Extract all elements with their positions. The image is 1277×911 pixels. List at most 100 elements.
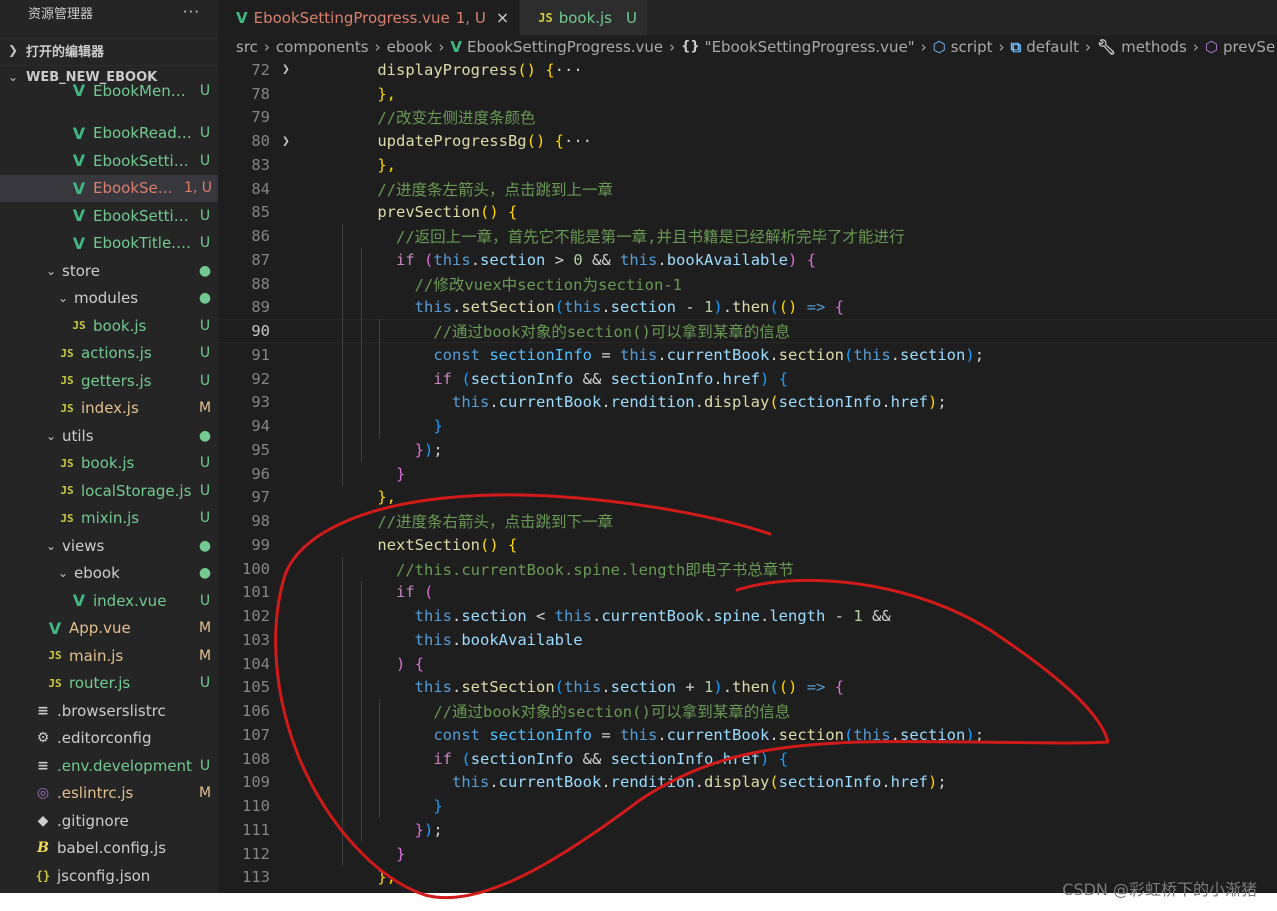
tab-book-js[interactable]: JS book.js U — [520, 0, 648, 35]
line-number: 79 — [251, 108, 270, 127]
breadcrumb: src › components › ebook › V EbookSettin… — [218, 35, 1277, 58]
tree-file[interactable]: JS router.js U — [0, 670, 218, 698]
code-line[interactable]: 94 } — [218, 414, 1277, 438]
code-line[interactable]: 79 //改变左侧进度条颜色 — [218, 106, 1277, 130]
tree-file[interactable]: JS getters.js U — [0, 367, 218, 395]
line-number: 87 — [251, 250, 270, 269]
tree-folder[interactable]: ⌄ modules ● — [0, 285, 218, 313]
code-line[interactable]: 98 //进度条右箭头，点击跳到下一章 — [218, 509, 1277, 533]
tree-file[interactable]: JS main.js M — [0, 642, 218, 670]
breadcrumb-item[interactable]: EbookSettingProgress.vue — [467, 38, 663, 56]
git-status-badge: U — [199, 317, 211, 334]
tree-file[interactable]: V EbookMenu.... U — [0, 81, 218, 100]
open-editors-section[interactable]: ❯ 打开的编辑器 — [0, 38, 218, 61]
breadcrumb-item[interactable]: script — [951, 38, 993, 56]
code-line[interactable]: 101 if ( — [218, 581, 1277, 605]
code-line[interactable]: 72 ❯ displayProgress() {··· — [218, 58, 1277, 82]
code-line[interactable]: 91 const sectionInfo = this.currentBook.… — [218, 343, 1277, 367]
code-line[interactable]: 83 }, — [218, 153, 1277, 177]
code-text: this.currentBook.rendition.display(secti… — [451, 773, 947, 792]
tree-item-label: EbookSettin... — [93, 206, 192, 225]
breadcrumb-item[interactable]: prevSe — [1223, 38, 1275, 56]
tree-file[interactable]: ≡ .env.development U — [0, 752, 218, 780]
tree-file[interactable]: JS index.js M — [0, 395, 218, 423]
code-line[interactable]: 112 } — [218, 842, 1277, 866]
breadcrumb-separator-icon: › — [374, 37, 381, 56]
indent-guide — [360, 580, 362, 842]
breadcrumb-item[interactable]: methods — [1121, 38, 1187, 56]
tree-item-label: router.js — [69, 674, 131, 693]
breadcrumb-item[interactable]: "EbookSettingProgress.vue" — [705, 38, 915, 56]
breadcrumb-item[interactable]: components — [276, 38, 369, 56]
code-line[interactable]: 87 if (this.section > 0 && this.bookAvai… — [218, 248, 1277, 272]
tree-file[interactable]: V EbookSettin... U — [0, 202, 218, 230]
tree-file[interactable]: Vindex.vue U — [0, 587, 218, 615]
code-line[interactable]: 84 //进度条左箭头，点击跳到上一章 — [218, 177, 1277, 201]
more-actions-icon[interactable]: ··· — [183, 3, 200, 21]
js-file-icon: JS — [60, 484, 74, 498]
code-line[interactable]: 106 //通过book对象的section()可以拿到某章的信息 — [218, 699, 1277, 723]
git-status-badge: U — [199, 235, 211, 252]
tree-file[interactable]: ◆ .gitignore — [0, 807, 218, 835]
tree-file[interactable]: V EbookSettin... U — [0, 147, 218, 175]
tree-file[interactable]: V EbookTitle.v... U — [0, 230, 218, 258]
code-line[interactable]: 89 this.setSection(this.section - 1).the… — [218, 296, 1277, 320]
tree-item-label: mixin.js — [81, 509, 140, 528]
tree-file[interactable]: V EbookReade... U — [0, 120, 218, 148]
code-line[interactable]: 103 this.bookAvailable — [218, 628, 1277, 652]
code-line[interactable]: 93 this.currentBook.rendition.display(se… — [218, 391, 1277, 415]
code-line[interactable]: 90 //通过book对象的section()可以拿到某章的信息 — [218, 319, 1277, 343]
code-line[interactable]: 100 //this.currentBook.spine.length即电子书总… — [218, 557, 1277, 581]
breadcrumb-item[interactable]: src — [236, 38, 258, 56]
code-line[interactable]: 109 this.currentBook.rendition.display(s… — [218, 771, 1277, 795]
tree-file[interactable]: V EbookSetti... 1, U — [0, 174, 218, 202]
git-status-badge: U — [199, 345, 211, 362]
code-line[interactable]: 110 } — [218, 794, 1277, 818]
code-line[interactable]: 85 prevSection() { — [218, 201, 1277, 225]
tree-file[interactable]: V App.vue M — [0, 615, 218, 643]
code-line[interactable]: 102 this.section < this.currentBook.spin… — [218, 604, 1277, 628]
code-line[interactable]: 96 } — [218, 462, 1277, 486]
breadcrumb-item[interactable]: ebook — [387, 38, 433, 56]
code-line[interactable]: 97 }, — [218, 486, 1277, 510]
code-line[interactable]: 80 ❯ updateProgressBg() {··· — [218, 129, 1277, 153]
code-text: prevSection() { — [377, 203, 518, 222]
code-line[interactable]: 107 const sectionInfo = this.currentBook… — [218, 723, 1277, 747]
tree-file[interactable]: JS localStorage.js U — [0, 477, 218, 505]
code-line[interactable]: 88 //修改vuex中section为section-1 — [218, 272, 1277, 296]
tree-folder[interactable]: ⌄ store ● — [0, 257, 218, 285]
tree-folder[interactable]: ⌄ ebook ● — [0, 560, 218, 588]
code-text: //返回上一章，首先它不能是第一章,并且书籍是已经解析完毕了才能进行 — [396, 228, 905, 247]
tree-file[interactable]: JS actions.js U — [0, 340, 218, 368]
code-line[interactable]: 92 if (sectionInfo && sectionInfo.href) … — [218, 367, 1277, 391]
line-number: 106 — [242, 702, 270, 721]
code-editor[interactable]: 72 ❯ displayProgress() {··· 78 }, 79 //改变左侧… — [218, 58, 1277, 893]
tab-ebook-setting-progress[interactable]: V EbookSettingProgress.vue 1, U × — [218, 0, 521, 35]
git-status-badge: U — [199, 482, 211, 499]
tree-file[interactable]: JS book.js U — [0, 450, 218, 478]
code-line[interactable]: 111 }); — [218, 818, 1277, 842]
tree-file[interactable]: ⚙ .editorconfig — [0, 725, 218, 753]
close-icon[interactable]: × — [496, 8, 509, 27]
code-line[interactable]: 104 ) { — [218, 652, 1277, 676]
tree-folder[interactable]: ⌄ views ● — [0, 532, 218, 560]
tree-item-label: EbookTitle.v... — [93, 234, 192, 253]
fold-chevron-icon[interactable]: ❯ — [282, 62, 296, 77]
tree-folder[interactable]: ⌄ utils ● — [0, 422, 218, 450]
code-text: displayProgress() {··· — [377, 60, 583, 79]
code-line[interactable]: 86 //返回上一章，首先它不能是第一章,并且书籍是已经解析完毕了才能进行 — [218, 224, 1277, 248]
line-number: 100 — [242, 559, 270, 578]
tree-file[interactable]: {} jsconfig.json — [0, 862, 218, 890]
tree-file[interactable]: Bbabel.config.js — [0, 835, 218, 863]
code-line[interactable]: 99 nextSection() { — [218, 533, 1277, 557]
code-line[interactable]: 105 this.setSection(this.section + 1).th… — [218, 676, 1277, 700]
code-line[interactable]: 95 }); — [218, 438, 1277, 462]
breadcrumb-item[interactable]: default — [1026, 38, 1079, 56]
tree-file[interactable]: JS book.js U — [0, 312, 218, 340]
code-line[interactable]: 108 if (sectionInfo && sectionInfo.href)… — [218, 747, 1277, 771]
tree-file[interactable]: ≡ .browserslistrc — [0, 697, 218, 725]
tree-file[interactable]: ◎ .eslintrc.js M — [0, 780, 218, 808]
fold-chevron-icon[interactable]: ❯ — [282, 134, 296, 149]
code-line[interactable]: 78 }, — [218, 82, 1277, 106]
tree-file[interactable]: JS mixin.js U — [0, 505, 218, 533]
